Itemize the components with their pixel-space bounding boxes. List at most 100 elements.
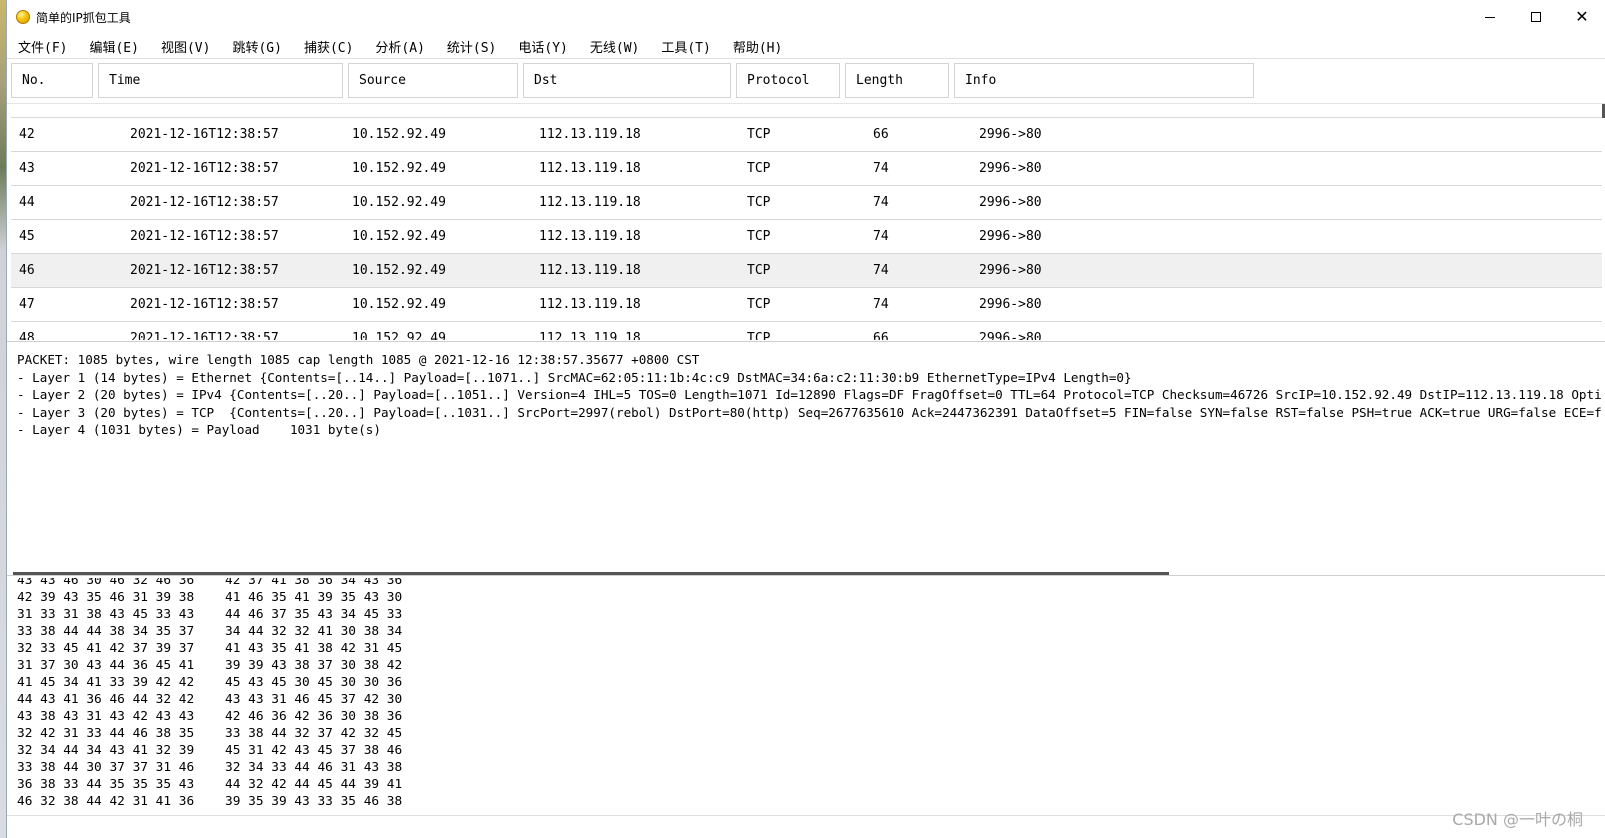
title-bar[interactable]: 简单的IP抓包工具 ✕ [7,0,1605,34]
table-row[interactable]: 42 2021-12-16T12:38:57 10.152.92.49 112.… [11,118,1602,152]
menu-go[interactable]: 跳转(G) [226,37,287,56]
column-header-protocol[interactable]: Protocol [736,63,840,98]
table-row-selected[interactable]: 46 2021-12-16T12:38:57 10.152.92.49 112.… [11,254,1602,288]
cell-source: 10.152.92.49 [352,297,446,312]
cell-info: 2996->80 [979,263,1042,278]
cell-no: 43 [19,161,35,176]
hex-row: 33 38 44 30 37 37 31 46 32 34 33 44 46 3… [17,760,403,775]
maximize-button[interactable] [1513,0,1559,34]
details-horizontal-scrollbar[interactable] [13,572,1169,575]
column-header-no[interactable]: No. [11,63,93,98]
hex-row: 32 34 44 34 43 41 32 39 45 31 42 43 45 3… [17,743,403,758]
hex-row: 31 37 30 43 44 36 45 41 39 39 43 38 37 3… [17,658,403,673]
packet-table-header: No. Time Source Dst Protocol Length Info [7,58,1605,104]
hex-row: 43 43 46 30 46 32 46 36 42 37 41 38 36 3… [17,578,403,588]
cell-length: 74 [873,161,889,176]
cell-source: 10.152.92.49 [352,331,446,340]
hex-row: 32 42 31 33 44 46 38 35 33 38 44 32 37 4… [17,726,403,741]
menu-view[interactable]: 视图(V) [155,37,216,56]
app-icon [16,10,30,24]
table-row[interactable]: 43 2021-12-16T12:38:57 10.152.92.49 112.… [11,152,1602,186]
column-header-time[interactable]: Time [98,63,343,98]
column-header-dst[interactable]: Dst [523,63,731,98]
cell-info: 2996->80 [979,195,1042,210]
cell-no: 45 [19,229,35,244]
menu-edit[interactable]: 编辑(E) [83,37,144,56]
hex-row: 31 33 31 38 43 45 33 43 44 46 37 35 43 3… [17,607,403,622]
cell-protocol: TCP [747,127,771,142]
hex-row: 36 38 33 44 35 35 35 43 44 32 42 44 45 4… [17,777,403,792]
cell-no: 41 [19,104,35,118]
cell-time: 2021-12-16T12:38:57 [130,331,279,340]
packet-details-pane[interactable]: PACKET: 1085 bytes, wire length 1085 cap… [7,341,1605,576]
menu-analyze[interactable]: 分析(A) [369,37,430,56]
table-row[interactable]: 47 2021-12-16T12:38:57 10.152.92.49 112.… [11,288,1602,322]
cell-dst: 112.13.119.18 [539,127,641,142]
minimize-button[interactable] [1467,0,1513,34]
cell-length: 74 [873,263,889,278]
hex-row: 42 39 43 35 46 31 39 38 41 46 35 41 39 3… [17,590,403,605]
table-row[interactable]: 45 2021-12-16T12:38:57 10.152.92.49 112.… [11,220,1602,254]
cell-info: 2996->80 [979,297,1042,312]
table-row[interactable]: 48 2021-12-16T12:38:57 10.152.92.49 112.… [11,322,1602,340]
maximize-icon [1531,12,1541,22]
cell-dst: 112.13.119.18 [539,195,641,210]
hex-row: 44 43 41 36 46 44 32 42 43 43 31 46 45 3… [17,692,403,707]
close-icon: ✕ [1575,7,1589,26]
cell-length: 66 [873,331,889,340]
divider [7,815,1605,816]
cell-no: 44 [19,195,35,210]
cell-info: 2996->80 [979,127,1042,142]
cell-info: 2996->80 [979,161,1042,176]
cell-protocol: TCP [747,297,771,312]
hex-dump-pane[interactable]: 43 43 46 30 46 32 46 36 42 37 41 38 36 3… [7,578,1605,818]
cell-protocol: TCP [747,161,771,176]
menu-statistics[interactable]: 统计(S) [441,37,502,56]
cell-length: 74 [873,229,889,244]
cell-protocol: TCP [747,263,771,278]
cell-no: 46 [19,263,35,278]
cell-source: 10.152.92.49 [352,195,446,210]
cell-time: 2021-12-16T12:38:57 [130,104,279,118]
cell-time: 2021-12-16T12:38:57 [130,297,279,312]
cell-info: 2996->80 [979,229,1042,244]
cell-info: 2996->80 [979,331,1042,340]
menu-tools[interactable]: 工具(T) [655,37,716,56]
menu-telephony[interactable]: 电话(Y) [512,37,573,56]
cell-dst: 112.13.119.18 [539,263,641,278]
packet-table: 41 2021-12-16T12:38:57 10.152.92.49 112.… [11,104,1605,340]
menu-capture[interactable]: 捕获(C) [298,37,359,56]
close-button[interactable]: ✕ [1559,0,1605,34]
menu-help[interactable]: 帮助(H) [727,37,788,56]
hex-row: 41 45 34 41 33 39 42 42 45 43 45 30 45 3… [17,675,403,690]
cell-length: 74 [873,297,889,312]
column-header-source[interactable]: Source [348,63,518,98]
hex-row: 33 38 44 44 38 34 35 37 34 44 32 32 41 3… [17,624,403,639]
cell-time: 2021-12-16T12:38:57 [130,127,279,142]
column-header-length[interactable]: Length [845,63,949,98]
details-layer-3: - Layer 3 (20 bytes) = TCP {Contents=[..… [17,404,1602,420]
cell-protocol: TCP [747,195,771,210]
cell-no: 47 [19,297,35,312]
cell-dst: 112.13.119.18 [539,229,641,244]
details-layer-1: - Layer 1 (14 bytes) = Ethernet {Content… [17,369,1132,385]
table-row[interactable]: 44 2021-12-16T12:38:57 10.152.92.49 112.… [11,186,1602,220]
cell-no: 42 [19,127,35,142]
hex-row: 43 38 43 31 43 42 43 43 42 46 36 42 36 3… [17,709,403,724]
window-title: 简单的IP抓包工具 [36,10,131,25]
cell-time: 2021-12-16T12:38:57 [130,161,279,176]
cell-length: 74 [873,195,889,210]
cell-time: 2021-12-16T12:38:57 [130,195,279,210]
cell-dst: 112.13.119.18 [539,297,641,312]
cell-source: 10.152.92.49 [352,263,446,278]
menu-wireless[interactable]: 无线(W) [584,37,645,56]
menu-file[interactable]: 文件(F) [12,37,73,56]
cell-dst: 112.13.119.18 [539,331,641,340]
hex-row: 32 33 45 41 42 37 39 37 41 43 35 41 38 4… [17,641,403,656]
cell-length: 54 [873,104,889,118]
cell-protocol: TCP [747,331,771,340]
details-layer-4: - Layer 4 (1031 bytes) = Payload 1031 by… [17,422,381,437]
table-row[interactable]: 41 2021-12-16T12:38:57 10.152.92.49 112.… [11,104,1602,118]
minimize-icon [1485,16,1495,18]
column-header-info[interactable]: Info [954,63,1254,98]
